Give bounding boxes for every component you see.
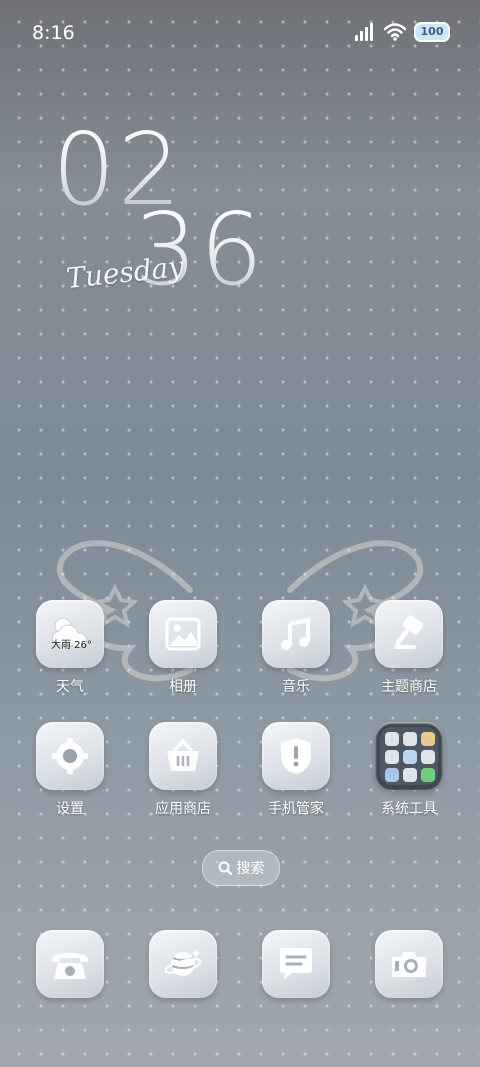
search-label: 搜索 (236, 861, 265, 877)
search-button[interactable]: 搜索 (202, 850, 280, 886)
app-music[interactable]: 音乐 (246, 600, 346, 696)
app-settings[interactable]: 设置 (20, 722, 120, 818)
mini-app-icon (421, 768, 435, 782)
battery-indicator: 100 (414, 22, 450, 42)
music-note-icon (281, 618, 310, 650)
mini-app-icon (403, 732, 417, 746)
dock-messages[interactable] (246, 930, 346, 998)
paint-roller-icon (394, 615, 424, 649)
app-gallery[interactable]: 相册 (133, 600, 233, 696)
browser-icon (149, 930, 217, 998)
mini-app-icon (385, 750, 399, 764)
search-icon (218, 861, 232, 875)
app-theme-store[interactable]: 主题商店 (359, 600, 459, 696)
system-tools-folder-icon (375, 722, 443, 790)
chat-bubble-icon (280, 948, 312, 980)
app-weather[interactable]: 大雨 26° 天气 (20, 600, 120, 696)
camera-body-icon (392, 952, 426, 977)
app-label: 手机管家 (268, 801, 324, 817)
telephone-icon (52, 953, 88, 979)
wifi-icon (384, 23, 406, 41)
app-label: 天气 (56, 679, 84, 695)
theme-store-icon (375, 600, 443, 668)
app-label: 设置 (56, 801, 84, 817)
mini-app-icon (421, 750, 435, 764)
dock-phone[interactable] (20, 930, 120, 998)
basket-icon (167, 739, 199, 771)
app-system-tools-folder[interactable]: 系统工具 (359, 722, 459, 818)
picture-icon (165, 617, 201, 651)
mini-app-icon (385, 768, 399, 782)
weather-widget-text: 大雨 26° (51, 640, 92, 651)
gear-icon (52, 738, 88, 774)
phone-icon (36, 930, 104, 998)
messages-icon (262, 930, 330, 998)
phone-manager-shield-icon (262, 722, 330, 790)
app-phone-manager[interactable]: 手机管家 (246, 722, 346, 818)
mini-app-icon (385, 732, 399, 746)
app-label: 应用商店 (155, 801, 211, 817)
dock-camera[interactable] (359, 930, 459, 998)
status-bar: 8:16 100 (0, 0, 480, 68)
camera-icon (375, 930, 443, 998)
signal-icon (355, 23, 373, 41)
app-store-basket-icon (149, 722, 217, 790)
status-time: 8:16 (32, 22, 75, 44)
planet-globe-icon (164, 949, 202, 976)
music-icon (262, 600, 330, 668)
dock-browser[interactable] (133, 930, 233, 998)
app-label: 相册 (169, 679, 197, 695)
status-icons: 100 (354, 22, 450, 42)
folder-preview-grid (380, 727, 438, 785)
shield-icon (281, 738, 311, 774)
gallery-icon (149, 600, 217, 668)
settings-gear-icon (36, 722, 104, 790)
mini-app-icon (421, 732, 435, 746)
weather-icon: 大雨 26° (36, 600, 104, 668)
app-label: 音乐 (282, 679, 310, 695)
app-label: 主题商店 (381, 679, 437, 695)
app-app-store[interactable]: 应用商店 (133, 722, 233, 818)
app-label: 系统工具 (381, 801, 437, 817)
mini-app-icon (403, 768, 417, 782)
mini-app-icon (403, 750, 417, 764)
